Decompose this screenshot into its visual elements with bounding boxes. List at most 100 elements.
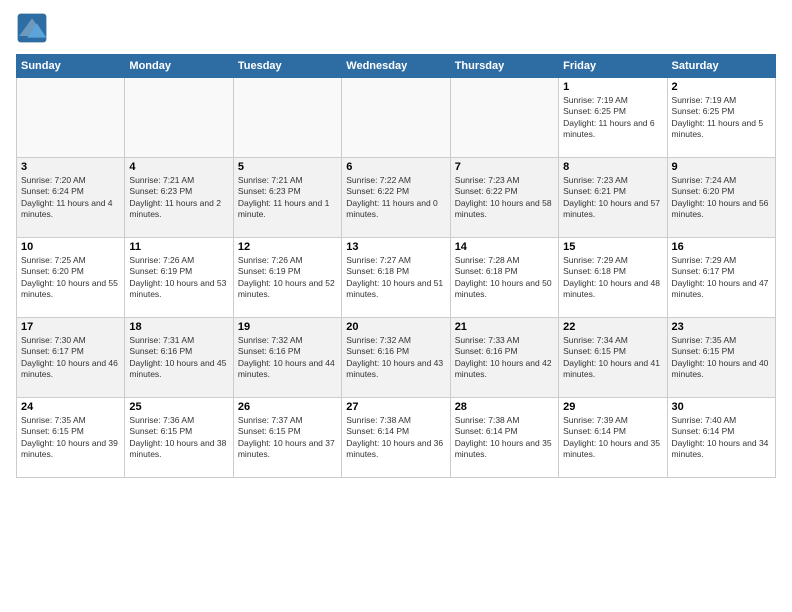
- calendar-week-row: 10Sunrise: 7:25 AMSunset: 6:20 PMDayligh…: [17, 238, 776, 318]
- day-number: 25: [129, 401, 228, 413]
- header: [16, 12, 776, 44]
- day-number: 27: [346, 401, 445, 413]
- day-number: 10: [21, 241, 120, 253]
- calendar-cell: 14 Sunrise: 7:28 AMSunset: 6:18 PMDayligh…: [450, 238, 558, 318]
- day-info: Sunrise: 7:38 AMSunset: 6:14 PMDaylight:…: [455, 415, 554, 461]
- day-info: Sunrise: 7:37 AMSunset: 6:15 PMDaylight:…: [238, 415, 337, 461]
- day-number: 7: [455, 161, 554, 173]
- calendar-cell: 28 Sunrise: 7:38 AMSunset: 6:14 PMDayligh…: [450, 398, 558, 478]
- day-number: 26: [238, 401, 337, 413]
- day-number: 29: [563, 401, 662, 413]
- day-info: Sunrise: 7:39 AMSunset: 6:14 PMDaylight:…: [563, 415, 662, 461]
- calendar-cell: 5 Sunrise: 7:21 AMSunset: 6:23 PMDaylight…: [233, 158, 341, 238]
- day-number: 6: [346, 161, 445, 173]
- day-info: Sunrise: 7:24 AMSunset: 6:20 PMDaylight:…: [672, 175, 771, 221]
- page: SundayMondayTuesdayWednesdayThursdayFrid…: [0, 0, 792, 612]
- logo: [16, 12, 52, 44]
- calendar-week-row: 3 Sunrise: 7:20 AMSunset: 6:24 PMDaylight…: [17, 158, 776, 238]
- day-info: Sunrise: 7:26 AMSunset: 6:19 PMDaylight:…: [129, 255, 228, 301]
- day-number: 3: [21, 161, 120, 173]
- calendar-header-wednesday: Wednesday: [342, 55, 450, 78]
- day-info: Sunrise: 7:21 AMSunset: 6:23 PMDaylight:…: [129, 175, 228, 221]
- day-number: 4: [129, 161, 228, 173]
- day-info: Sunrise: 7:36 AMSunset: 6:15 PMDaylight:…: [129, 415, 228, 461]
- day-number: 1: [563, 81, 662, 93]
- calendar-cell: 27 Sunrise: 7:38 AMSunset: 6:14 PMDayligh…: [342, 398, 450, 478]
- day-info: Sunrise: 7:20 AMSunset: 6:24 PMDaylight:…: [21, 175, 120, 221]
- calendar-cell: 13Sunrise: 7:27 AMSunset: 6:18 PMDayligh…: [342, 238, 450, 318]
- calendar-header-saturday: Saturday: [667, 55, 775, 78]
- day-info: Sunrise: 7:29 AMSunset: 6:17 PMDaylight:…: [672, 255, 771, 301]
- calendar-cell: 7 Sunrise: 7:23 AMSunset: 6:22 PMDaylight…: [450, 158, 558, 238]
- calendar-cell: [125, 78, 233, 158]
- calendar-cell: 4 Sunrise: 7:21 AMSunset: 6:23 PMDaylight…: [125, 158, 233, 238]
- day-info: Sunrise: 7:21 AMSunset: 6:23 PMDaylight:…: [238, 175, 337, 221]
- day-info: Sunrise: 7:38 AMSunset: 6:14 PMDaylight:…: [346, 415, 445, 461]
- calendar-cell: 20Sunrise: 7:32 AMSunset: 6:16 PMDayligh…: [342, 318, 450, 398]
- day-number: 8: [563, 161, 662, 173]
- day-number: 18: [129, 321, 228, 333]
- calendar-cell: 30 Sunrise: 7:40 AMSunset: 6:14 PMDayligh…: [667, 398, 775, 478]
- calendar-cell: 17 Sunrise: 7:30 AMSunset: 6:17 PMDayligh…: [17, 318, 125, 398]
- day-info: Sunrise: 7:26 AMSunset: 6:19 PMDaylight:…: [238, 255, 337, 301]
- day-info: Sunrise: 7:40 AMSunset: 6:14 PMDaylight:…: [672, 415, 771, 461]
- calendar-cell: 3 Sunrise: 7:20 AMSunset: 6:24 PMDaylight…: [17, 158, 125, 238]
- day-number: 14: [455, 241, 554, 253]
- day-info: Sunrise: 7:19 AMSunset: 6:25 PMDaylight:…: [672, 95, 771, 141]
- day-number: 9: [672, 161, 771, 173]
- calendar-header-sunday: Sunday: [17, 55, 125, 78]
- calendar-cell: 19 Sunrise: 7:32 AMSunset: 6:16 PMDayligh…: [233, 318, 341, 398]
- day-info: Sunrise: 7:28 AMSunset: 6:18 PMDaylight:…: [455, 255, 554, 301]
- day-info: Sunrise: 7:23 AMSunset: 6:21 PMDaylight:…: [563, 175, 662, 221]
- day-info: Sunrise: 7:35 AMSunset: 6:15 PMDaylight:…: [21, 415, 120, 461]
- calendar-header-monday: Monday: [125, 55, 233, 78]
- calendar-cell: 29 Sunrise: 7:39 AMSunset: 6:14 PMDayligh…: [559, 398, 667, 478]
- day-info: Sunrise: 7:32 AMSunset: 6:16 PMDaylight:…: [238, 335, 337, 381]
- calendar-cell: 1Sunrise: 7:19 AMSunset: 6:25 PMDaylight…: [559, 78, 667, 158]
- calendar-cell: [17, 78, 125, 158]
- day-info: Sunrise: 7:35 AMSunset: 6:15 PMDaylight:…: [672, 335, 771, 381]
- calendar-cell: 25 Sunrise: 7:36 AMSunset: 6:15 PMDayligh…: [125, 398, 233, 478]
- calendar-cell: 18 Sunrise: 7:31 AMSunset: 6:16 PMDayligh…: [125, 318, 233, 398]
- calendar-header-tuesday: Tuesday: [233, 55, 341, 78]
- day-number: 28: [455, 401, 554, 413]
- day-number: 19: [238, 321, 337, 333]
- calendar-cell: 16 Sunrise: 7:29 AMSunset: 6:17 PMDayligh…: [667, 238, 775, 318]
- day-number: 30: [672, 401, 771, 413]
- logo-icon: [16, 12, 48, 44]
- day-info: Sunrise: 7:34 AMSunset: 6:15 PMDaylight:…: [563, 335, 662, 381]
- calendar-cell: 21Sunrise: 7:33 AMSunset: 6:16 PMDayligh…: [450, 318, 558, 398]
- calendar-week-row: 24 Sunrise: 7:35 AMSunset: 6:15 PMDayligh…: [17, 398, 776, 478]
- calendar-week-row: 17 Sunrise: 7:30 AMSunset: 6:17 PMDayligh…: [17, 318, 776, 398]
- calendar-cell: [233, 78, 341, 158]
- calendar-header-thursday: Thursday: [450, 55, 558, 78]
- day-info: Sunrise: 7:23 AMSunset: 6:22 PMDaylight:…: [455, 175, 554, 221]
- day-info: Sunrise: 7:29 AMSunset: 6:18 PMDaylight:…: [563, 255, 662, 301]
- calendar-cell: 26 Sunrise: 7:37 AMSunset: 6:15 PMDayligh…: [233, 398, 341, 478]
- day-number: 5: [238, 161, 337, 173]
- calendar-cell: [342, 78, 450, 158]
- day-number: 2: [672, 81, 771, 93]
- day-number: 24: [21, 401, 120, 413]
- calendar-cell: 15 Sunrise: 7:29 AMSunset: 6:18 PMDayligh…: [559, 238, 667, 318]
- day-number: 16: [672, 241, 771, 253]
- calendar-cell: 6 Sunrise: 7:22 AMSunset: 6:22 PMDaylight…: [342, 158, 450, 238]
- calendar-cell: 9 Sunrise: 7:24 AMSunset: 6:20 PMDaylight…: [667, 158, 775, 238]
- calendar-cell: 11Sunrise: 7:26 AMSunset: 6:19 PMDayligh…: [125, 238, 233, 318]
- day-number: 12: [238, 241, 337, 253]
- day-number: 23: [672, 321, 771, 333]
- calendar-cell: 24 Sunrise: 7:35 AMSunset: 6:15 PMDayligh…: [17, 398, 125, 478]
- day-number: 15: [563, 241, 662, 253]
- calendar-table: SundayMondayTuesdayWednesdayThursdayFrid…: [16, 54, 776, 478]
- day-number: 21: [455, 321, 554, 333]
- day-info: Sunrise: 7:30 AMSunset: 6:17 PMDaylight:…: [21, 335, 120, 381]
- calendar-cell: 10Sunrise: 7:25 AMSunset: 6:20 PMDayligh…: [17, 238, 125, 318]
- day-info: Sunrise: 7:32 AMSunset: 6:16 PMDaylight:…: [346, 335, 445, 381]
- calendar-header-row: SundayMondayTuesdayWednesdayThursdayFrid…: [17, 55, 776, 78]
- day-number: 17: [21, 321, 120, 333]
- calendar-cell: 23 Sunrise: 7:35 AMSunset: 6:15 PMDayligh…: [667, 318, 775, 398]
- day-info: Sunrise: 7:31 AMSunset: 6:16 PMDaylight:…: [129, 335, 228, 381]
- day-info: Sunrise: 7:22 AMSunset: 6:22 PMDaylight:…: [346, 175, 445, 221]
- day-number: 13: [346, 241, 445, 253]
- calendar-cell: 12 Sunrise: 7:26 AMSunset: 6:19 PMDayligh…: [233, 238, 341, 318]
